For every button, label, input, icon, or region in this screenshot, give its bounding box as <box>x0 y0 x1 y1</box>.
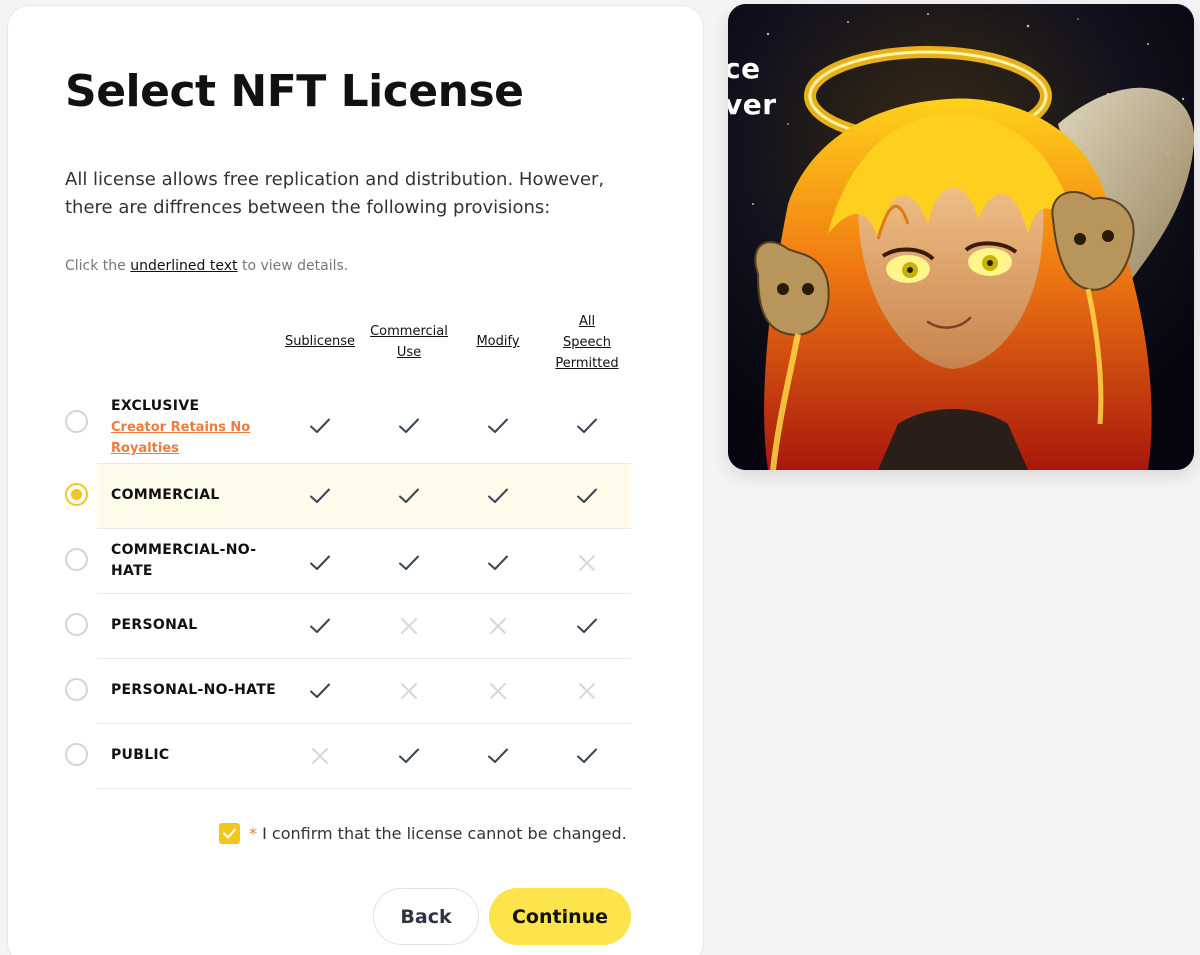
radio-commercial-no-hate[interactable] <box>65 548 88 571</box>
check-icon <box>488 555 508 570</box>
col-header-commercial-use[interactable]: Commercial Use <box>363 321 455 363</box>
license-label-exclusive: EXCLUSIVE <box>111 398 200 414</box>
check-icon <box>399 418 419 433</box>
check-icon <box>488 748 508 763</box>
preview-overlay-text-1: ce <box>728 52 761 85</box>
check-icon <box>310 618 330 633</box>
check-icon <box>310 683 330 698</box>
license-label-personal-no-hate: PERSONAL-NO-HATE <box>111 682 276 698</box>
cross-icon <box>312 748 328 764</box>
check-icon <box>488 418 508 433</box>
page-title: Select NFT License <box>65 66 524 117</box>
license-row-commercial[interactable]: COMMERCIAL <box>97 464 631 529</box>
license-label-personal: PERSONAL <box>111 617 198 633</box>
license-row-exclusive[interactable]: EXCLUSIVE Creator Retains No Royalties <box>97 388 631 464</box>
radio-public[interactable] <box>65 743 88 766</box>
nft-preview-image: ce ver <box>728 4 1194 470</box>
check-icon <box>310 555 330 570</box>
preview-overlay-text-2: ver <box>728 88 777 121</box>
cross-icon <box>579 555 595 571</box>
check-icon <box>399 555 419 570</box>
license-row-public[interactable]: PUBLIC <box>97 724 631 789</box>
check-icon <box>577 488 597 503</box>
license-label-commercial: COMMERCIAL <box>111 487 220 503</box>
radio-personal[interactable] <box>65 613 88 636</box>
hint-text: Click the underlined text to view detail… <box>65 258 349 274</box>
required-asterisk: * <box>249 824 257 843</box>
license-row-commercial-no-hate[interactable]: COMMERCIAL-NO- HATE <box>97 529 631 594</box>
cross-icon <box>490 618 506 634</box>
radio-exclusive[interactable] <box>65 410 88 433</box>
cross-icon <box>401 618 417 634</box>
check-icon <box>399 488 419 503</box>
check-icon <box>488 488 508 503</box>
intro-text: All license allows free replication and … <box>65 169 605 218</box>
check-icon <box>399 748 419 763</box>
license-row-personal[interactable]: PERSONAL <box>97 594 631 659</box>
check-icon <box>222 828 237 839</box>
cross-icon <box>579 683 595 699</box>
col-header-modify[interactable]: Modify <box>470 331 526 352</box>
col-header-sublicense[interactable]: Sublicense <box>280 331 360 352</box>
anime-character-artwork <box>728 4 1194 470</box>
license-label-commercial-no-hate: COMMERCIAL-NO- <box>111 542 257 558</box>
check-icon <box>310 418 330 433</box>
check-icon <box>577 418 597 433</box>
check-icon <box>577 618 597 633</box>
confirm-label: * I confirm that the license cannot be c… <box>249 824 627 843</box>
radio-commercial[interactable] <box>65 483 88 506</box>
radio-personal-no-hate[interactable] <box>65 678 88 701</box>
check-icon <box>310 488 330 503</box>
confirm-checkbox[interactable] <box>219 823 240 844</box>
check-icon <box>577 748 597 763</box>
cross-icon <box>490 683 506 699</box>
creator-retains-no-royalties-link[interactable]: Creator Retains No Royalties <box>111 417 261 459</box>
back-button[interactable]: Back <box>373 888 479 945</box>
continue-button[interactable]: Continue <box>489 888 631 945</box>
license-row-personal-no-hate[interactable]: PERSONAL-NO-HATE <box>97 659 631 724</box>
col-header-all-speech-permitted[interactable]: All Speech Permitted <box>550 311 624 374</box>
license-label-public: PUBLIC <box>111 747 170 763</box>
hint-underlined-text: underlined text <box>130 258 238 274</box>
cross-icon <box>401 683 417 699</box>
